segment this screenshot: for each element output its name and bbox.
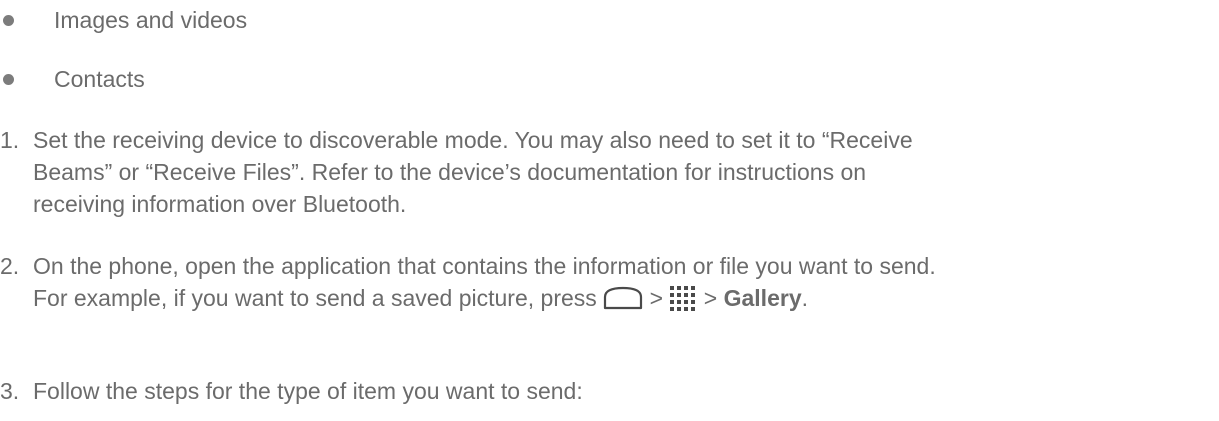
step-body: Set the receiving device to discoverable… [33, 124, 1219, 220]
step-body: Follow the steps for the type of item yo… [33, 375, 1219, 407]
document-page: Images and videos Contacts 1. Set the re… [0, 0, 1219, 421]
step-line: Set the receiving device to discoverable… [33, 127, 913, 153]
sentence-end: . [801, 285, 808, 311]
separator: > [703, 285, 718, 311]
step-number: 3. [0, 378, 20, 404]
home-icon [604, 286, 643, 310]
step-body: On the phone, open the application that … [33, 250, 1219, 314]
bullet-dot-icon [3, 74, 14, 85]
step-line: receiving information over Bluetooth. [33, 191, 407, 217]
step-text: For example, if you want to send a saved… [33, 285, 597, 311]
step-number: 1. [0, 127, 20, 153]
gallery-label: Gallery [723, 285, 802, 311]
step-line: For example, if you want to send a saved… [33, 282, 1219, 314]
step-number: 2. [0, 253, 20, 279]
separator: > [649, 285, 663, 311]
bullet-text: Contacts [54, 66, 145, 92]
apps-grid-icon [670, 285, 696, 311]
step-line: On the phone, open the application that … [33, 253, 936, 279]
bullet-dot-icon [3, 15, 14, 26]
step-line: Follow the steps for the type of item yo… [33, 378, 583, 404]
step-line: Beams” or “Receive Files”. Refer to the … [33, 159, 867, 185]
bullet-text: Images and videos [54, 7, 248, 33]
